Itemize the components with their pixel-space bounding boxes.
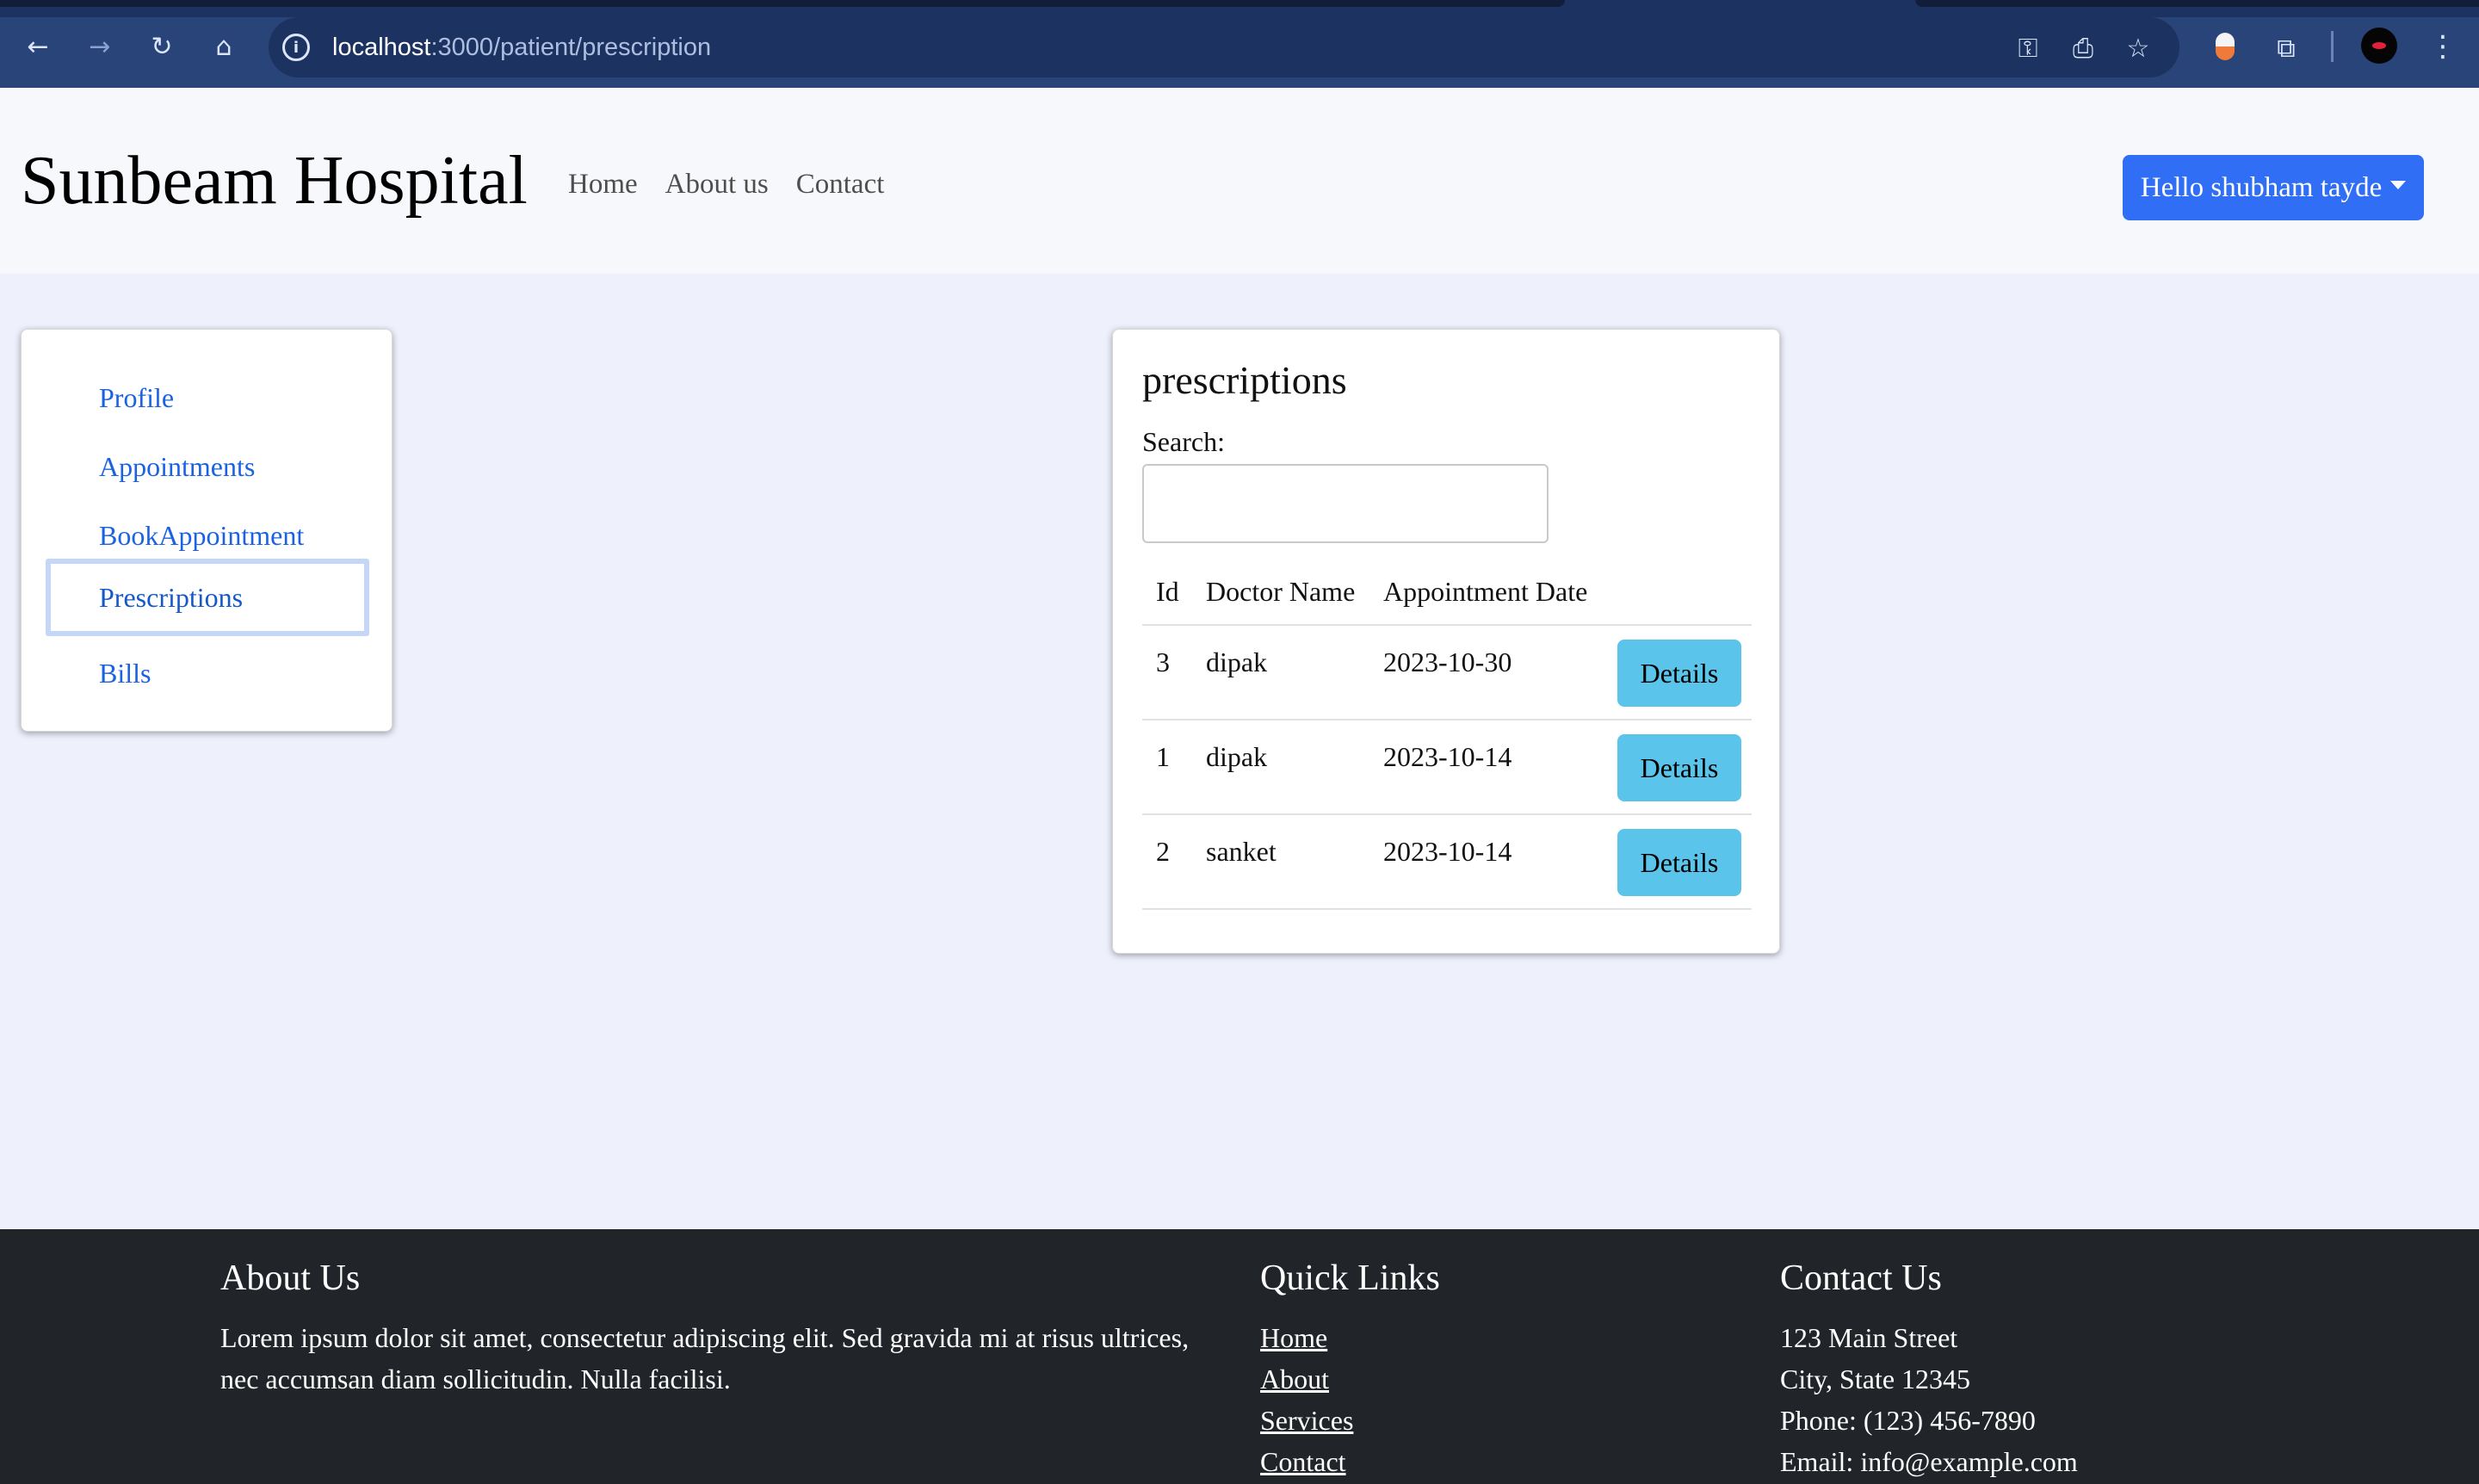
footer-link-home[interactable]: Home xyxy=(1260,1317,1604,1358)
cell-date: 2023-10-14 xyxy=(1383,836,1512,867)
footer-about-text-line1: Lorem ipsum dolor sit amet, consectetur … xyxy=(220,1322,1190,1353)
table-row: 3 dipak 2023-10-30 Details xyxy=(1142,626,1752,720)
address-bar[interactable]: i localhost:3000/patient/prescription xyxy=(269,17,2179,77)
footer-about-title: About Us xyxy=(220,1258,361,1298)
info-icon[interactable]: i xyxy=(282,34,310,61)
cell-doctor: sanket xyxy=(1206,836,1277,867)
footer-contact-title: Contact Us xyxy=(1780,1258,1942,1298)
column-header-date: Appointment Date xyxy=(1383,576,1588,607)
footer-contact-address: 123 Main Street xyxy=(1780,1322,1958,1353)
extension-icon[interactable] xyxy=(2216,33,2235,60)
details-button[interactable]: Details xyxy=(1617,640,1741,707)
brand-title[interactable]: Sunbeam Hospital xyxy=(21,146,528,215)
app-navbar: Sunbeam Hospital Home About us Contact H… xyxy=(0,88,2479,274)
cell-id: 2 xyxy=(1156,836,1170,867)
cell-doctor: dipak xyxy=(1206,646,1268,677)
user-dropdown-label: Hello shubham tayde xyxy=(2140,171,2383,203)
sidebar-item-bills[interactable]: Bills xyxy=(46,634,369,712)
cell-id: 3 xyxy=(1156,646,1170,677)
star-icon[interactable]: ☆ xyxy=(2121,31,2155,65)
sidebar-item-prescriptions[interactable]: Prescriptions xyxy=(46,559,369,636)
table-header: Id Doctor Name Appointment Date xyxy=(1142,552,1752,626)
key-icon[interactable]: ⚿ xyxy=(2011,31,2045,65)
url-host: localhost xyxy=(332,33,431,61)
reload-icon[interactable]: ↻ xyxy=(141,26,182,67)
prescriptions-table: Id Doctor Name Appointment Date 3 dipak … xyxy=(1142,552,1752,910)
sidebar-item-profile[interactable]: Profile xyxy=(46,359,369,436)
cell-date: 2023-10-30 xyxy=(1383,646,1512,677)
kebab-menu-icon[interactable]: ⋮ xyxy=(2426,26,2460,67)
browser-chrome: ← → ↻ ⌂ i localhost:3000/patient/prescri… xyxy=(0,0,2479,88)
toolbar-separator xyxy=(2331,31,2334,62)
forward-arrow-icon[interactable]: → xyxy=(79,26,121,67)
nav-link-home[interactable]: Home xyxy=(568,170,638,199)
nav-links: Home About us Contact xyxy=(568,170,884,199)
footer-links-title: Quick Links xyxy=(1260,1258,1440,1298)
sidebar-item-appointments[interactable]: Appointments xyxy=(46,428,369,505)
footer-contact-phone: Phone: (123) 456-7890 xyxy=(1780,1405,2036,1436)
profile-avatar-icon[interactable] xyxy=(2361,28,2397,64)
footer-about: About Us Lorem ipsum dolor sit amet, con… xyxy=(220,1260,1219,1400)
home-icon[interactable]: ⌂ xyxy=(203,26,244,67)
footer-contact-city: City, State 12345 xyxy=(1780,1363,1971,1394)
table-row: 1 dipak 2023-10-14 Details xyxy=(1142,720,1752,815)
footer-quick-links: Quick Links Home About Services Contact xyxy=(1260,1260,1604,1482)
browser-tab[interactable] xyxy=(0,0,1565,7)
table-row: 2 sanket 2023-10-14 Details xyxy=(1142,815,1752,910)
column-header-doctor: Doctor Name xyxy=(1206,576,1356,607)
cell-doctor: dipak xyxy=(1206,741,1268,772)
cell-id: 1 xyxy=(1156,741,1170,772)
column-header-id: Id xyxy=(1156,576,1179,607)
footer-contact: Contact Us 123 Main Street City, State 1… xyxy=(1780,1260,2383,1482)
footer-about-text-line2: nec accumsan diam sollicitudin. Nulla fa… xyxy=(220,1363,731,1394)
card-title: prescriptions xyxy=(1142,358,1347,402)
site-footer: About Us Lorem ipsum dolor sit amet, con… xyxy=(0,1229,2479,1484)
back-arrow-icon[interactable]: ← xyxy=(17,26,59,67)
footer-link-contact[interactable]: Contact xyxy=(1260,1441,1604,1482)
search-label: Search: xyxy=(1142,426,1225,457)
details-button[interactable]: Details xyxy=(1617,734,1741,801)
install-icon[interactable]: ⎙ xyxy=(2066,31,2100,65)
caret-down-icon xyxy=(2390,181,2407,189)
sidebar-menu: Profile Appointments BookAppointment Pre… xyxy=(21,329,393,732)
footer-link-services[interactable]: Services xyxy=(1260,1400,1604,1441)
search-input[interactable] xyxy=(1142,464,1549,543)
nav-link-contact[interactable]: Contact xyxy=(796,170,885,199)
browser-tab-secondary[interactable] xyxy=(1915,0,2479,7)
prescriptions-card: prescriptions Search: Id Doctor Name App… xyxy=(1112,329,1780,954)
details-button[interactable]: Details xyxy=(1617,829,1741,896)
cell-date: 2023-10-14 xyxy=(1383,741,1512,772)
url-path: :3000/patient/prescription xyxy=(430,33,712,61)
nav-link-about[interactable]: About us xyxy=(665,170,769,199)
user-dropdown-button[interactable]: Hello shubham tayde xyxy=(2123,155,2424,220)
footer-link-about[interactable]: About xyxy=(1260,1358,1604,1400)
url-text[interactable]: localhost:3000/patient/prescription xyxy=(332,34,711,62)
footer-contact-email: Email: info@example.com xyxy=(1780,1446,2078,1477)
puzzle-icon[interactable]: ⧉ xyxy=(2269,31,2303,65)
